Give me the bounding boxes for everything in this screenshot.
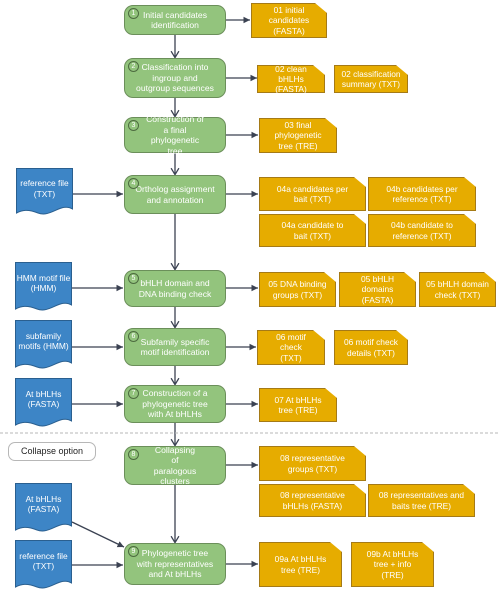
step-label: Initial candidates identification xyxy=(142,9,208,31)
step-7-at-bhlh-tree[interactable]: 7 Construction of a phylogenetic tree wi… xyxy=(124,385,226,423)
output-08-representative-bhlhs[interactable]: 08 representative bHLHs (FASTA) xyxy=(259,483,367,517)
note-fold-icon xyxy=(463,483,476,494)
output-09a-at-bhlhs-tree[interactable]: 09a At bHLHs tree (TRE) xyxy=(259,541,343,587)
note-fold-icon xyxy=(325,117,338,128)
step-label: Subfamily specific motif identification xyxy=(140,336,210,358)
step-number-badge: 6 xyxy=(128,331,139,342)
note-fold-icon xyxy=(315,2,328,13)
input-at-bhlhs-fasta-1[interactable]: At bHLHs (FASTA) xyxy=(15,378,72,430)
output-05-bhlh-domains[interactable]: 05 bHLH domains (FASTA) xyxy=(339,271,417,307)
output-09b-at-bhlhs-tree-info[interactable]: 09b At bHLHs tree + info (TRE) xyxy=(351,541,435,587)
note-fold-icon xyxy=(313,329,326,340)
note-fold-icon xyxy=(313,64,326,75)
step-label: Collapsing of paralogous clusters xyxy=(153,444,197,487)
step-number-badge: 9 xyxy=(128,546,139,557)
note-fold-icon xyxy=(354,445,367,456)
note-fold-icon xyxy=(325,387,338,398)
step-number-badge: 2 xyxy=(128,61,139,72)
note-fold-icon xyxy=(330,541,343,552)
step-number-badge: 8 xyxy=(128,449,139,460)
output-03-final-tree[interactable]: 03 final phylogenetic tree (TRE) xyxy=(259,117,338,153)
output-06-motif-check-details[interactable]: 06 motif check details (TXT) xyxy=(334,329,409,365)
input-at-bhlhs-fasta-2[interactable]: At bHLHs (FASTA) xyxy=(15,483,72,535)
step-8-collapsing[interactable]: 8 Collapsing of paralogous clusters xyxy=(124,444,226,487)
step-label: bHLH domain and DNA binding check xyxy=(138,278,212,299)
output-04b-candidate-to-reference[interactable]: 04b candidate to reference (TXT) xyxy=(368,213,477,247)
output-07-at-bhlhs-tree[interactable]: 07 At bHLHs tree (TRE) xyxy=(259,387,338,422)
step-number-badge: 5 xyxy=(128,273,139,284)
step-2-classification[interactable]: 2 Classification into ingroup and outgro… xyxy=(124,58,226,98)
note-fold-icon xyxy=(464,213,477,224)
step-label: Construction of a phylogenetic tree with… xyxy=(142,388,208,420)
output-04a-candidates-per-bait[interactable]: 04a candidates per bait (TXT) xyxy=(259,176,367,211)
output-01-initial-candidates[interactable]: 01 initial candidates (FASTA) xyxy=(251,2,328,38)
input-reference-file-1[interactable]: reference file (TXT) xyxy=(16,168,73,218)
note-fold-icon xyxy=(354,176,367,187)
note-fold-icon xyxy=(396,64,409,75)
note-fold-icon xyxy=(484,271,497,282)
note-fold-icon xyxy=(404,271,417,282)
collapse-option-label: Collapse option xyxy=(8,442,96,461)
step-number-badge: 1 xyxy=(128,8,139,19)
output-02-classification-summary[interactable]: 02 classification summary (TXT) xyxy=(334,64,409,93)
output-08-representatives-and-baits-tree[interactable]: 08 representatives and baits tree (TRE) xyxy=(368,483,476,517)
output-02-clean-bhlhs[interactable]: 02 clean bHLHs (FASTA) xyxy=(257,64,326,94)
output-04b-candidates-per-reference[interactable]: 04b candidates per reference (TXT) xyxy=(368,176,477,211)
note-fold-icon xyxy=(422,541,435,552)
output-06-motif-check[interactable]: 06 motif check (TXT) xyxy=(257,329,326,365)
input-hmm-motif-file[interactable]: HMM motif file (HMM) xyxy=(15,262,72,314)
step-number-badge: 3 xyxy=(128,120,139,131)
step-number-badge: 4 xyxy=(128,178,139,189)
step-label: Ortholog assignment and annotation xyxy=(135,184,215,205)
output-04a-candidate-to-bait[interactable]: 04a candidate to bait (TXT) xyxy=(259,213,367,247)
step-1-initial-candidates[interactable]: 1 Initial candidates identification xyxy=(124,5,226,35)
step-label: Construction of a final phylogenetic tre… xyxy=(146,114,204,156)
output-05-bhlh-domain-check[interactable]: 05 bHLH domain check (TXT) xyxy=(419,271,497,307)
note-fold-icon xyxy=(354,213,367,224)
step-label: Phylogenetic tree with representatives a… xyxy=(136,548,214,580)
input-arrow-atbhlh-9 xyxy=(71,521,125,548)
step-5-bhlh-domain-check[interactable]: 5 bHLH domain and DNA binding check xyxy=(124,270,226,307)
step-4-ortholog-assignment[interactable]: 4 Ortholog assignment and annotation xyxy=(124,175,226,214)
output-08-representative-groups[interactable]: 08 representative groups (TXT) xyxy=(259,445,367,481)
step-9-final-tree-with-representatives[interactable]: 9 Phylogenetic tree with representatives… xyxy=(124,543,226,585)
output-05-dna-binding-groups[interactable]: 05 DNA binding groups (TXT) xyxy=(259,271,337,307)
step-label: Classification into ingroup and outgroup… xyxy=(136,62,214,94)
note-fold-icon xyxy=(464,176,477,187)
step-number-badge: 7 xyxy=(128,388,139,399)
step-3-final-tree[interactable]: 3 Construction of a final phylogenetic t… xyxy=(124,114,226,156)
note-fold-icon xyxy=(354,483,367,494)
step-6-motif-identification[interactable]: 6 Subfamily specific motif identificatio… xyxy=(124,328,226,366)
input-reference-file-2[interactable]: reference file (TXT) xyxy=(15,540,72,592)
input-subfamily-motifs[interactable]: subfamily motifs (HMM) xyxy=(15,320,72,372)
note-fold-icon xyxy=(324,271,337,282)
note-fold-icon xyxy=(396,329,409,340)
